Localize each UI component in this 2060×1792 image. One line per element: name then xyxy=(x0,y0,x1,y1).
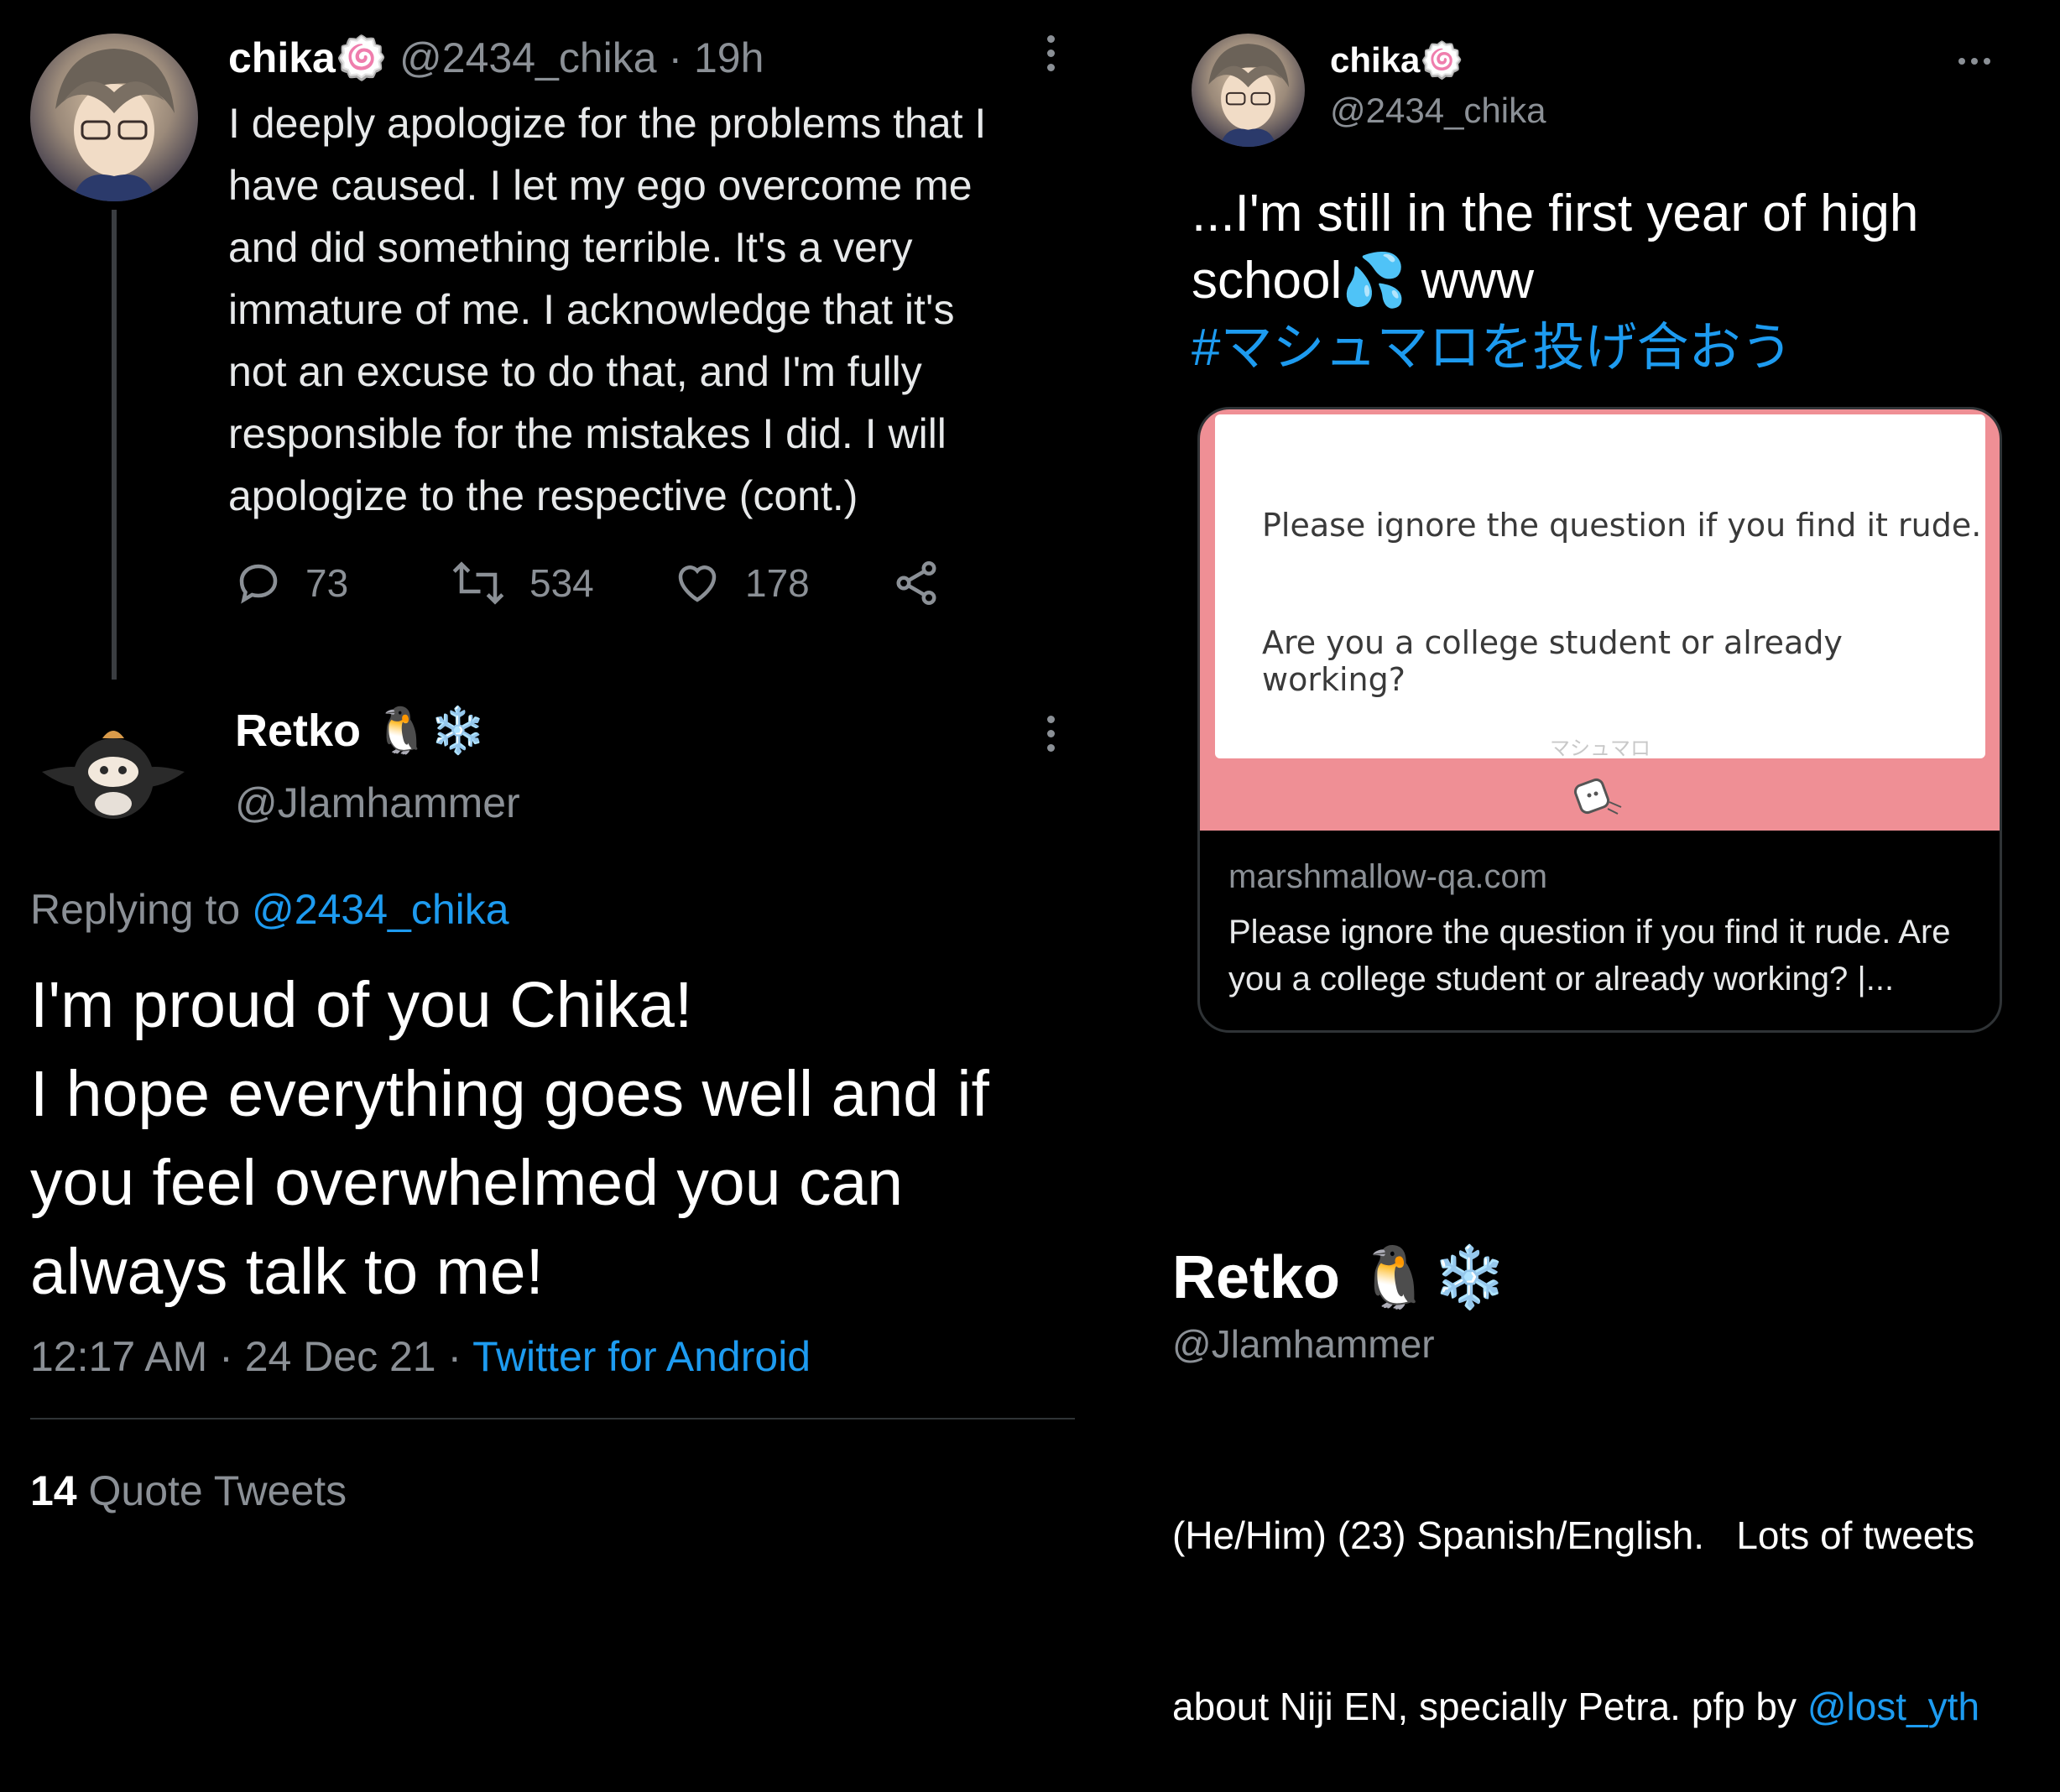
bio-text: about Niji EN, specially Petra. pfp by xyxy=(1172,1685,1807,1728)
author-name[interactable]: chika xyxy=(1330,40,1420,80)
client-link[interactable]: Twitter for Android xyxy=(472,1333,811,1380)
right-tweet-text: ...I'm still in the first year of high s… xyxy=(1192,180,2031,382)
bio-line: about Niji EN, specially Petra. pfp by @… xyxy=(1172,1678,2053,1735)
replying-prefix: Replying to xyxy=(30,886,253,933)
retko-handle[interactable]: @Jlamhammer xyxy=(235,779,520,827)
share-icon xyxy=(896,561,936,605)
card-description-line: you a college student or already working… xyxy=(1228,961,1895,998)
reply-text-line: always talk to me! xyxy=(30,1236,544,1308)
more-options-icon[interactable] xyxy=(1046,35,1056,78)
reply-button[interactable]: 73 xyxy=(233,558,348,608)
card-domain: marshmallow-qa.com xyxy=(1228,858,1548,895)
profile-handle[interactable]: @Jlamhammer xyxy=(1172,1321,1435,1367)
more-options-icon[interactable] xyxy=(1046,716,1056,758)
author-handle[interactable]: @2434_chika xyxy=(399,34,657,81)
card-description: Please ignore the question if you find i… xyxy=(1228,909,1984,1003)
quote-count: 14 xyxy=(30,1467,77,1514)
marshmallow-icon xyxy=(1573,778,1622,815)
profile-emojis: 🐧❄️ xyxy=(1357,1244,1508,1311)
quote-tweets-link[interactable]: 14 Quote Tweets xyxy=(30,1466,347,1515)
card-image: Please ignore the question if you find i… xyxy=(1200,409,2000,831)
share-button[interactable] xyxy=(891,558,963,608)
retko-name[interactable]: Retko xyxy=(235,706,361,756)
bio-line: (He/Him) (23) Spanish/English. Lots of t… xyxy=(1172,1513,1975,1557)
left-tweet-header: chika🍥 @2434_chika · 19h xyxy=(228,34,764,83)
left-tweet-text: I deeply apologize for the problems that… xyxy=(228,92,1101,527)
author-emoji: 🍥 xyxy=(1420,40,1464,80)
divider xyxy=(30,1418,1075,1420)
tweet-text-line: immature of me. I acknowledge that it's xyxy=(228,286,955,333)
bio-mention-link[interactable]: @lost_yth xyxy=(1807,1685,1979,1728)
link-card[interactable]: Please ignore the question if you find i… xyxy=(1197,407,2002,1033)
retko-avatar[interactable] xyxy=(34,713,193,831)
chika-avatar[interactable] xyxy=(1192,34,1305,147)
tweet-text-line: have caused. I let my ego overcome me xyxy=(228,162,973,209)
author-emoji: 🍥 xyxy=(335,34,389,81)
quote-label: Quote Tweets xyxy=(76,1467,347,1514)
replying-to: Replying to @2434_chika xyxy=(30,885,509,934)
tweet-text-line: and did something terrible. It's a very xyxy=(228,224,913,271)
right-text-segment: school xyxy=(1192,252,1343,310)
card-question-2: Are you a college student or already wor… xyxy=(1262,624,1843,698)
profile-bio: (He/Him) (23) Spanish/English. Lots of t… xyxy=(1172,1393,2053,1792)
retweet-button[interactable]: 534 xyxy=(449,558,594,608)
reply-tweet-text: I'm proud of you Chika! I hope everythin… xyxy=(30,961,1079,1316)
tweet-text-line: not an excuse to do that, and I'm fully xyxy=(228,348,922,395)
reply-text-line: you feel overwhelmed you can xyxy=(30,1147,904,1219)
more-options-icon[interactable] xyxy=(1958,54,1996,69)
like-button[interactable]: 178 xyxy=(671,558,810,608)
right-text-line: ...I'm still in the first year of high xyxy=(1192,185,1919,242)
hashtag-link[interactable]: #マシュマロを投げ合おう xyxy=(1192,315,2031,382)
card-question-box: Please ignore the question if you find i… xyxy=(1215,414,1985,760)
reply-text-line: I'm proud of you Chika! xyxy=(30,969,693,1041)
sweat-droplets-emoji: 💦 xyxy=(1342,252,1407,310)
card-question-1: Please ignore the question if you find i… xyxy=(1262,507,1982,544)
retweet-icon xyxy=(452,561,504,605)
author-handle[interactable]: @2434_chika xyxy=(1330,91,1546,131)
profile-name-row: Retko 🐧❄️ xyxy=(1172,1242,1507,1313)
tweet-text-line: apologize to the respective (cont.) xyxy=(228,472,858,519)
right-author-name-row: chika🍥 xyxy=(1330,40,1464,81)
retweet-count: 534 xyxy=(529,561,594,605)
tweet-text-line: responsible for the mistakes I did. I wi… xyxy=(228,410,947,457)
reply-timestamp-row: 12:17 AM · 24 Dec 21 · Twitter for Andro… xyxy=(30,1332,811,1381)
tweet-time[interactable]: · 19h xyxy=(657,34,764,81)
replying-handle-link[interactable]: @2434_chika xyxy=(252,886,509,933)
chika-avatar[interactable] xyxy=(30,34,198,201)
tweet-text-line: I deeply apologize for the problems that… xyxy=(228,100,987,147)
retko-emojis: 🐧❄️ xyxy=(373,706,487,756)
reply-timestamp[interactable]: 12:17 AM · 24 Dec 21 · xyxy=(30,1333,472,1380)
right-text-segment: www xyxy=(1406,252,1534,310)
card-description-line: Please ignore the question if you find i… xyxy=(1228,914,1951,951)
profile-name[interactable]: Retko xyxy=(1172,1244,1340,1311)
retko-name-row: Retko 🐧❄️ xyxy=(235,705,487,758)
thread-line xyxy=(112,210,117,680)
reply-text-line: I hope everything goes well and if xyxy=(30,1058,989,1130)
author-name[interactable]: chika xyxy=(228,34,336,81)
heart-icon xyxy=(678,565,717,602)
reply-icon xyxy=(239,564,278,604)
like-count: 178 xyxy=(745,561,810,605)
card-brand: マシュマロ xyxy=(1550,737,1651,760)
right-text-line: school💦 www xyxy=(1192,247,2031,315)
reply-count: 73 xyxy=(305,561,349,605)
